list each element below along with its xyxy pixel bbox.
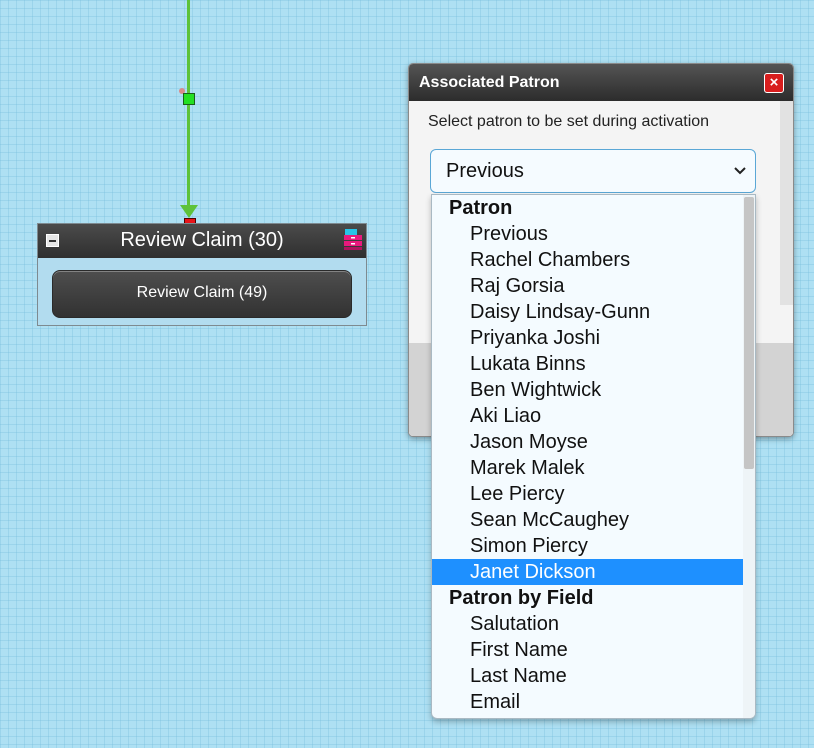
- patron-option[interactable]: Janet Dickson: [432, 559, 743, 585]
- patron-option[interactable]: Simon Piercy: [432, 533, 743, 559]
- patron-option[interactable]: Lee Piercy: [432, 481, 743, 507]
- option-group-label: Patron: [449, 197, 513, 219]
- patron-option[interactable]: Lukata Binns: [432, 351, 743, 377]
- patron-option[interactable]: Salutation: [432, 611, 743, 637]
- patron-option[interactable]: Email: [432, 689, 743, 715]
- collapse-icon[interactable]: [46, 234, 59, 247]
- patron-option[interactable]: Previous: [432, 221, 743, 247]
- patron-option[interactable]: Sean McCaughey: [432, 507, 743, 533]
- patron-select[interactable]: Previous: [430, 149, 756, 193]
- process-node[interactable]: Review Claim (30) Review Claim (49): [37, 223, 367, 326]
- stack-icon[interactable]: [342, 227, 364, 251]
- patron-option[interactable]: Raj Gorsia: [432, 273, 743, 299]
- patron-option[interactable]: Ben Wightwick: [432, 377, 743, 403]
- patron-option[interactable]: Priyanka Joshi: [432, 325, 743, 351]
- dropdown-scrollbar[interactable]: [743, 195, 755, 718]
- patron-option-list: Patron Previous Rachel Chambers Raj Gorsia D…: [432, 195, 743, 715]
- node-title: Review Claim (30): [120, 229, 284, 251]
- dropdown-scrollbar-thumb[interactable]: [744, 197, 754, 469]
- patron-dropdown[interactable]: Patron Previous Rachel Chambers Raj Gorsia D…: [431, 194, 756, 719]
- patron-option[interactable]: Rachel Chambers: [432, 247, 743, 273]
- dialog-instructions: Select patron to be set during activatio…: [428, 113, 710, 130]
- patron-option[interactable]: Last Name: [432, 663, 743, 689]
- node-body: Review Claim (49): [38, 258, 366, 318]
- patron-option[interactable]: Jason Moyse: [432, 429, 743, 455]
- dialog-scrollbar[interactable]: [780, 101, 793, 305]
- connector-handle[interactable]: [183, 93, 195, 105]
- patron-select-value: Previous: [446, 160, 524, 182]
- node-header[interactable]: Review Claim (30): [38, 224, 366, 258]
- patron-option[interactable]: First Name: [432, 637, 743, 663]
- close-icon[interactable]: ×: [764, 73, 784, 93]
- dialog-title: Associated Patron: [419, 74, 560, 91]
- patron-option[interactable]: Daisy Lindsay-Gunn: [432, 299, 743, 325]
- patron-option[interactable]: Aki Liao: [432, 403, 743, 429]
- review-claim-button[interactable]: Review Claim (49): [52, 270, 352, 318]
- option-group-label: Patron by Field: [449, 587, 594, 609]
- chevron-down-icon: [734, 167, 746, 175]
- patron-option[interactable]: Marek Malek: [432, 455, 743, 481]
- connector-line: [187, 0, 190, 212]
- dialog-titlebar[interactable]: Associated Patron ×: [409, 64, 793, 101]
- connector-arrow-icon: [180, 205, 198, 218]
